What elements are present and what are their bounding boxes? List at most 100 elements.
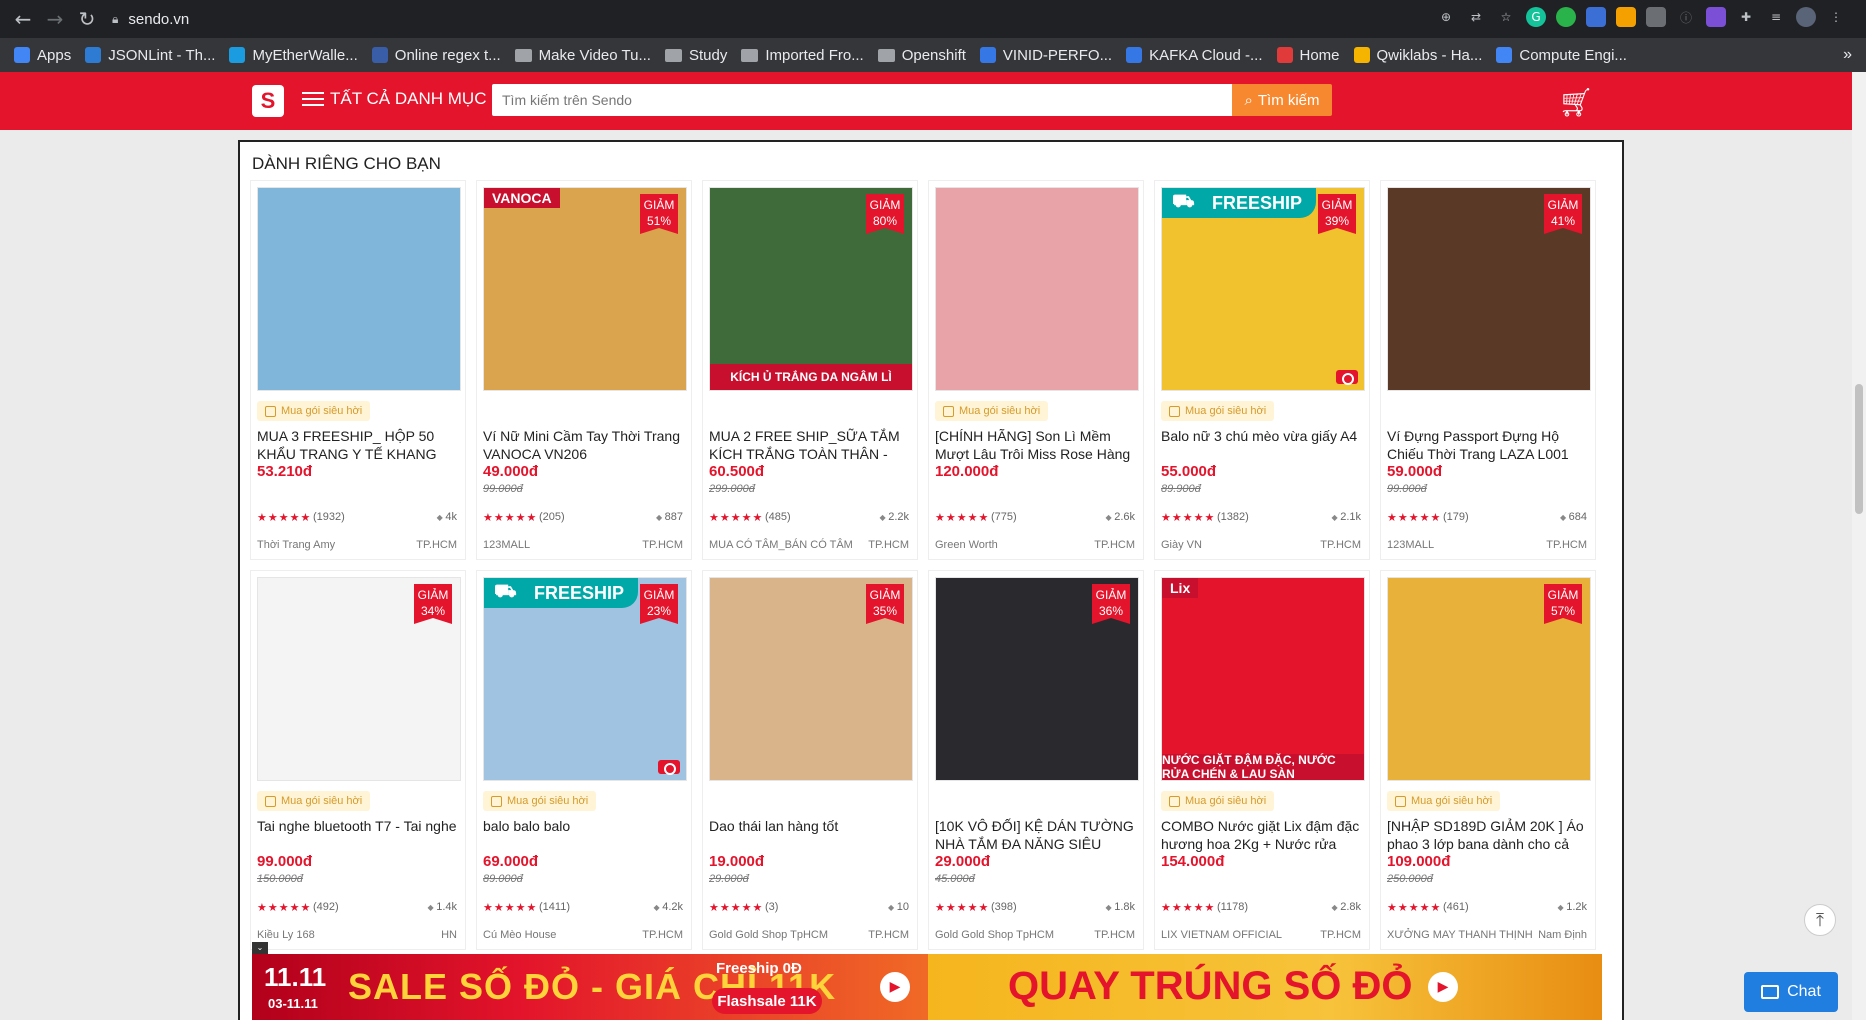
translate-icon[interactable]: ⇄	[1466, 7, 1486, 27]
product-card[interactable]: GIẢM 57% Mua gói siêu hời [NHẬP SD189D GIẢM…	[1380, 570, 1596, 950]
shop-name[interactable]: 123MALL	[483, 539, 530, 551]
product-name[interactable]: COMBO Nước giặt Lix đậm đặc hương hoa 2K…	[1161, 817, 1365, 853]
cart-icon[interactable]: 🛒︎	[1558, 84, 1594, 120]
product-card[interactable]: Mua gói siêu hời MUA 3 FREESHIP_ HỘP 50 K…	[250, 180, 466, 560]
product-image[interactable]: GIẢM 35%	[709, 577, 913, 781]
product-card[interactable]: Lix NƯỚC GIẶT ĐẬM ĐẶC, NƯỚC RỬA CHÉN & LA…	[1154, 570, 1370, 950]
product-name[interactable]: [NHẬP SD189D GIẢM 20K ] Áo phao 3 lớp ba…	[1387, 817, 1591, 853]
shop-name[interactable]: Thời Trang Amy	[257, 539, 335, 551]
product-image[interactable]: GIẢM 36%	[935, 577, 1139, 781]
product-name[interactable]: Ví Nữ Mini Cầm Tay Thời Trang VANOCA VN2…	[483, 427, 687, 463]
product-name[interactable]: Ví Đựng Passport Đựng Hộ Chiếu Thời Tran…	[1387, 427, 1591, 463]
product-image[interactable]	[935, 187, 1139, 391]
collapse-banner-icon[interactable]: ⌄	[252, 942, 268, 954]
info-icon[interactable]: ⓘ	[1676, 7, 1696, 27]
puzzle-icon[interactable]: ✚	[1736, 7, 1756, 27]
bookmark-item[interactable]: Qwiklabs - Ha...	[1353, 47, 1482, 64]
back-icon[interactable]: ←	[8, 4, 38, 34]
address-bar[interactable]: 🔒︎ sendo.vn	[112, 4, 1412, 34]
bookmark-item[interactable]: KAFKA Cloud -...	[1126, 47, 1263, 64]
chat-label: Chat	[1787, 983, 1821, 1000]
more-bookmarks-icon[interactable]: »	[1843, 46, 1852, 64]
extension-blue-icon[interactable]	[1586, 7, 1606, 27]
bookmark-star-icon[interactable]: ☆	[1496, 7, 1516, 27]
product-image[interactable]: KÍCH Ủ TRẮNG DA NGÂM LÌ GIẢM 80%	[709, 187, 913, 391]
product-card[interactable]: GIẢM 35% Dao thái lan hàng tốt 19.000đ 29.00…	[702, 570, 918, 950]
product-card[interactable]: FREESHIPGIẢM23% Mua gói siêu hời balo balo…	[476, 570, 692, 950]
search-button[interactable]: ⌕ Tìm kiếm	[1232, 84, 1332, 116]
playlist-icon[interactable]: ≡	[1766, 7, 1786, 27]
play-icon[interactable]: ▶	[1428, 972, 1458, 1002]
category-menu[interactable]: TẤT CẢ DANH MỤC	[302, 89, 486, 109]
bookmark-item[interactable]: Online regex t...	[371, 47, 501, 64]
bookmark-item[interactable]: JSONLint - Th...	[85, 47, 215, 64]
shop-name[interactable]: LIX VIETNAM OFFICIAL	[1161, 929, 1282, 941]
product-card[interactable]: VANOCA GIẢM 51% Ví Nữ Mini Cầm Tay Thời Tra…	[476, 180, 692, 560]
product-name[interactable]: [10K VÔ ĐỐI] KỆ DÁN TƯỜNG NHÀ TẮM ĐA NĂN…	[935, 817, 1139, 853]
product-image[interactable]	[257, 187, 461, 391]
profile-avatar[interactable]	[1796, 7, 1816, 27]
promo-banner[interactable]: 11.11 03-11.11 SALE SỐ ĐỎ - GIÁ CHỈ 11K …	[252, 954, 1602, 1020]
menu-icon[interactable]: ⋮	[1826, 7, 1846, 27]
bookmark-item[interactable]: Apps	[14, 47, 71, 64]
product-image[interactable]: FREESHIPGIẢM23%	[483, 577, 687, 781]
product-name[interactable]: balo balo balo	[483, 817, 687, 835]
bookmark-item[interactable]: MyEtherWalle...	[229, 47, 358, 64]
banner-lottery[interactable]: QUAY TRÚNG SỐ ĐỎ ▶	[928, 954, 1602, 1020]
shop-name[interactable]: XƯỞNG MAY THANH THỊNH	[1387, 929, 1533, 941]
bookmark-item[interactable]: Study	[664, 47, 727, 64]
chat-button[interactable]: Chat	[1744, 972, 1838, 1012]
section-title: DÀNH RIÊNG CHO BẠN	[252, 154, 441, 173]
bookmark-item[interactable]: Openshift	[877, 47, 966, 64]
extension-orange-icon[interactable]	[1616, 7, 1636, 27]
product-image[interactable]: GIẢM 34%	[257, 577, 461, 781]
product-card[interactable]: FREESHIPGIẢM39% Mua gói siêu hời Balo nữ 3…	[1154, 180, 1370, 560]
product-image[interactable]: VANOCA GIẢM 51%	[483, 187, 687, 391]
shop-name[interactable]: Giày VN	[1161, 539, 1202, 551]
product-name[interactable]: Tai nghe bluetooth T7 - Tai nghe	[257, 817, 461, 835]
bookmark-item[interactable]: Home	[1276, 46, 1340, 64]
forward-icon[interactable]: →	[40, 4, 70, 34]
shop-name[interactable]: 123MALL	[1387, 539, 1434, 551]
shop-name[interactable]: Gold Gold Shop TpHCM	[935, 929, 1054, 941]
bookmark-item[interactable]: Imported Fro...	[741, 47, 864, 64]
product-image[interactable]: FREESHIPGIẢM39%	[1161, 187, 1365, 391]
bookmark-label: Home	[1299, 46, 1340, 64]
grammarly-icon[interactable]: G	[1526, 7, 1546, 27]
product-image[interactable]: Lix NƯỚC GIẶT ĐẬM ĐẶC, NƯỚC RỬA CHÉN & LA…	[1161, 577, 1365, 781]
product-name[interactable]: Balo nữ 3 chú mèo vừa giấy A4	[1161, 427, 1365, 445]
bookmark-item[interactable]: Make Video Tu...	[514, 47, 651, 64]
product-card[interactable]: GIẢM 34% Mua gói siêu hời Tai nghe bluetoot…	[250, 570, 466, 950]
scrollbar-thumb[interactable]	[1855, 384, 1863, 514]
scroll-to-top-button[interactable]: ⤒	[1804, 904, 1836, 936]
product-image[interactable]: GIẢM 41%	[1387, 187, 1591, 391]
product-name[interactable]: MUA 2 FREE SHIP_SỮA TẮM KÍCH TRẮNG TOÀN …	[709, 427, 913, 463]
bookmark-item[interactable]: Compute Engi...	[1496, 47, 1627, 64]
product-card[interactable]: Mua gói siêu hời [CHÍNH HÃNG] Son Lì Mềm …	[928, 180, 1144, 560]
bookmark-item[interactable]: VINID-PERFO...	[979, 47, 1112, 64]
shop-name[interactable]: Gold Gold Shop TpHCM	[709, 929, 828, 941]
sendo-logo[interactable]: S	[252, 85, 284, 117]
extension-purple-icon[interactable]	[1706, 7, 1726, 27]
product-card[interactable]: GIẢM 36% [10K VÔ ĐỐI] KỆ DÁN TƯỜNG NHÀ TẮM…	[928, 570, 1144, 950]
deal-pill: Mua gói siêu hời	[257, 401, 371, 421]
product-name[interactable]: MUA 3 FREESHIP_ HỘP 50 KHẨU TRANG Y TẾ K…	[257, 427, 461, 463]
shop-name[interactable]: MUA CÓ TÂM_BÁN CÓ TÂM	[709, 539, 853, 551]
play-icon[interactable]: ▶	[880, 972, 910, 1002]
reload-icon[interactable]: ↻	[72, 4, 102, 34]
shop-name[interactable]: Green Worth	[935, 539, 998, 551]
banner-sale[interactable]: 11.11 03-11.11 SALE SỐ ĐỎ - GIÁ CHỈ 11K …	[252, 954, 928, 1020]
product-name[interactable]: [CHÍNH HÃNG] Son Lì Mềm Mượt Lâu Trôi Mi…	[935, 427, 1139, 463]
shop-name[interactable]: Cú Mèo House	[483, 929, 556, 941]
extension-red-icon[interactable]	[1646, 7, 1666, 27]
install-icon[interactable]: ⊕	[1436, 7, 1456, 27]
product-card[interactable]: KÍCH Ủ TRẮNG DA NGÂM LÌ GIẢM 80% MUA 2 FREE…	[702, 180, 918, 560]
product-name[interactable]: Dao thái lan hàng tốt	[709, 817, 913, 835]
page-scrollbar[interactable]	[1852, 72, 1866, 1020]
shop-name[interactable]: Kiều Ly 168	[257, 929, 315, 941]
product-card[interactable]: GIẢM 41% Ví Đựng Passport Đựng Hộ Chiếu Th…	[1380, 180, 1596, 560]
product-image[interactable]: GIẢM 57%	[1387, 577, 1591, 781]
extension-green-icon[interactable]	[1556, 7, 1576, 27]
search-input[interactable]	[492, 84, 1232, 116]
rating-stars-icon: ★★★★★	[1387, 511, 1442, 524]
